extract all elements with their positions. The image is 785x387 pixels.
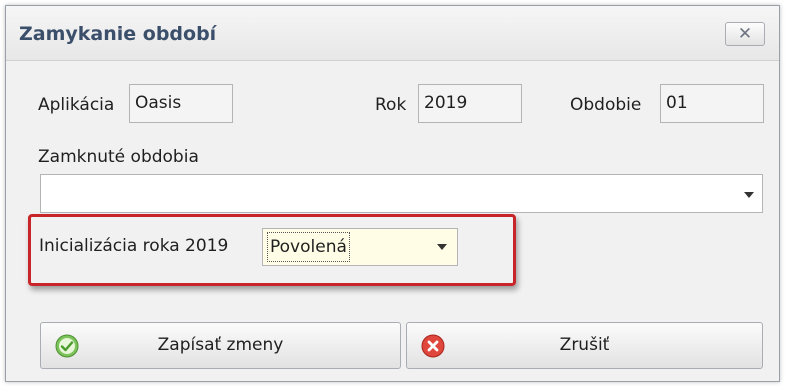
year-init-select[interactable]: Povolená [262,228,458,266]
period-field[interactable]: 01 [660,84,764,123]
close-button[interactable]: ✕ [725,22,765,46]
chevron-down-icon[interactable] [744,192,754,198]
year-label: Rok [375,95,407,115]
locked-periods-label: Zamknuté obdobia [38,147,199,167]
year-init-value: Povolená [267,232,350,262]
dialog-title: Zamykanie období [19,23,217,45]
cancel-label: Zrušiť [559,335,610,355]
application-label: Aplikácia [38,95,115,115]
year-init-label: Inicializácia roka 2019 [39,236,229,256]
chevron-down-icon[interactable] [437,244,447,250]
save-changes-button[interactable]: Zapísať zmeny [40,322,401,369]
cancel-button[interactable]: Zrušiť [406,322,763,369]
close-icon: ✕ [737,24,753,44]
locked-periods-select[interactable] [40,174,763,213]
application-field[interactable]: Oasis [129,84,233,123]
dialog-titlebar: Zamykanie období ✕ [6,6,779,61]
year-field[interactable]: 2019 [418,84,522,123]
lock-periods-dialog: Zamykanie období ✕ Aplikácia Oasis Rok 2… [5,5,780,382]
period-label: Obdobie [570,95,642,115]
save-changes-label: Zapísať zmeny [157,335,284,355]
